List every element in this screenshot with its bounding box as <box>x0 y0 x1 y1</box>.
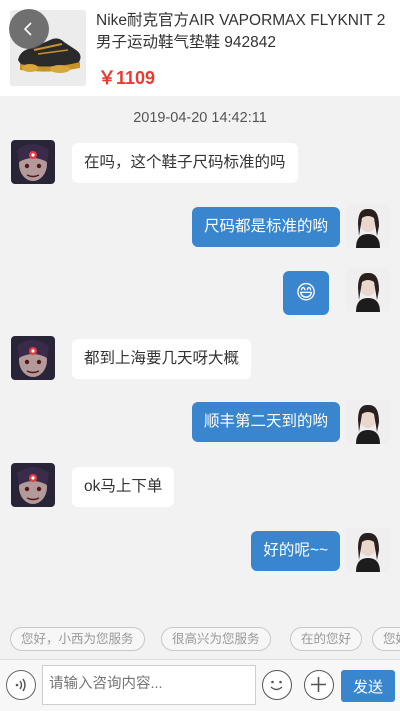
input-bar: 发送 <box>0 659 400 711</box>
emoji-message-bubble[interactable]: 😄 <box>283 271 329 315</box>
voice-icon <box>15 678 26 692</box>
product-title[interactable]: Nike耐克官方AIR VAPORMAX FLYKNIT 2男子运动鞋气垫鞋 9… <box>96 10 392 54</box>
grin-emoji-icon: 😄 <box>295 282 317 304</box>
quick-reply-chip[interactable]: 您好，小西为您服务 <box>10 627 145 651</box>
quick-reply-chip[interactable]: 很高兴为您服务 <box>161 627 271 651</box>
customer-avatar[interactable] <box>11 463 55 507</box>
quick-reply-chip[interactable]: 您好 <box>372 627 400 651</box>
emoji-button[interactable] <box>262 670 292 700</box>
customer-avatar[interactable] <box>11 336 55 380</box>
message-bubble[interactable]: 尺码都是标准的哟 <box>191 207 340 247</box>
product-price: ￥1109 <box>98 68 156 88</box>
chat-timestamp: 2019-04-20 14:42:11 <box>133 110 267 126</box>
chevron-left-icon <box>23 22 32 36</box>
agent-avatar[interactable] <box>346 268 390 312</box>
more-button[interactable] <box>304 670 334 700</box>
plus-icon <box>311 677 326 692</box>
customer-avatar[interactable] <box>11 140 55 184</box>
quick-reply-chip[interactable]: 在的您好 <box>290 627 363 651</box>
chat-area[interactable]: 2019-04-20 14:42:11 在吗，这个鞋子尺码标准的吗 尺码都是标准… <box>0 96 400 617</box>
agent-avatar[interactable] <box>346 528 390 572</box>
product-card[interactable]: Nike耐克官方AIR VAPORMAX FLYKNIT 2男子运动鞋气垫鞋 9… <box>0 0 400 96</box>
message-input[interactable] <box>42 665 256 705</box>
send-button[interactable]: 发送 <box>341 670 395 702</box>
agent-avatar[interactable] <box>346 400 390 444</box>
message-bubble[interactable]: 好的呢~~ <box>251 531 340 571</box>
message-bubble[interactable]: 都到上海要几天呀大概 <box>72 339 252 379</box>
agent-avatar[interactable] <box>346 204 390 248</box>
message-bubble[interactable]: ok马上下单 <box>72 467 175 507</box>
smiley-icon <box>270 680 283 691</box>
message-bubble[interactable]: 在吗，这个鞋子尺码标准的吗 <box>72 143 298 183</box>
message-bubble[interactable]: 顺丰第二天到的哟 <box>191 402 340 442</box>
back-button[interactable] <box>9 9 49 49</box>
voice-button[interactable] <box>6 670 36 700</box>
quick-replies-bar[interactable]: 您好，小西为您服务 很高兴为您服务 在的您好 您好 <box>0 617 400 659</box>
